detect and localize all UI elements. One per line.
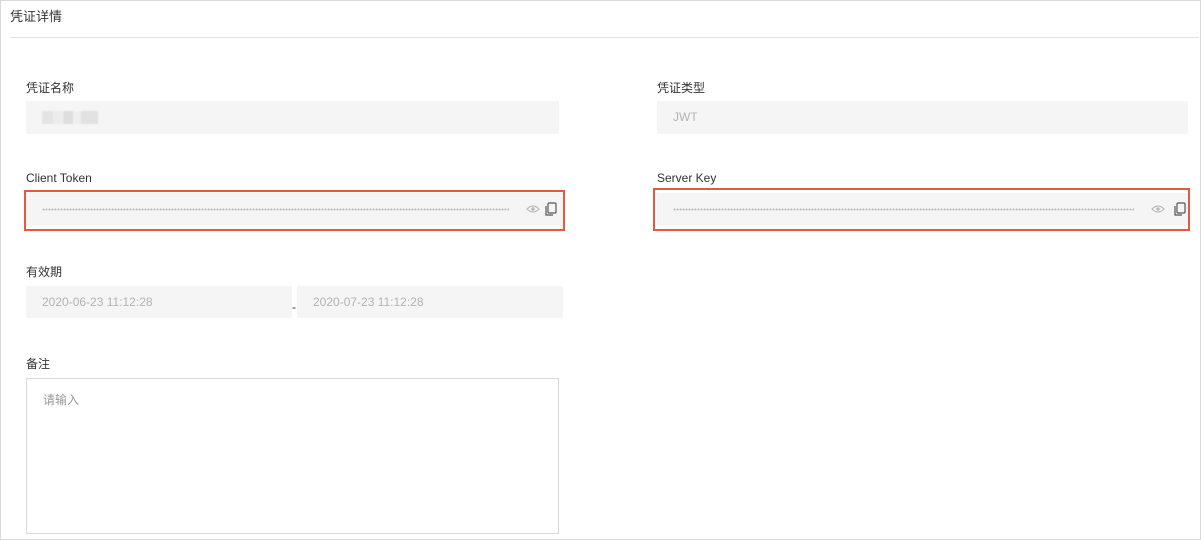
- page-title: 凭证详情: [10, 9, 63, 24]
- remark-label: 备注: [26, 357, 51, 371]
- remark-placeholder: 请输入: [43, 393, 80, 407]
- divider: [10, 37, 1199, 38]
- date-separator: -: [292, 300, 296, 314]
- credential-name-label: 凭证名称: [26, 81, 75, 95]
- blurred-name-value: [42, 111, 98, 124]
- client-token-highlight: [24, 190, 565, 231]
- credential-type-field: JWT: [657, 101, 1188, 134]
- client-token-label: Client Token: [26, 171, 92, 185]
- server-key-label: Server Key: [657, 171, 717, 185]
- credential-name-field: [26, 101, 559, 134]
- credential-type-label: 凭证类型: [657, 81, 706, 95]
- server-key-highlight: [653, 188, 1190, 231]
- remark-textarea[interactable]: 请输入: [26, 378, 559, 534]
- end-date-field: 2020-07-23 11:12:28: [297, 286, 563, 318]
- validity-label: 有效期: [26, 265, 63, 279]
- start-date-field: 2020-06-23 11:12:28: [26, 286, 292, 318]
